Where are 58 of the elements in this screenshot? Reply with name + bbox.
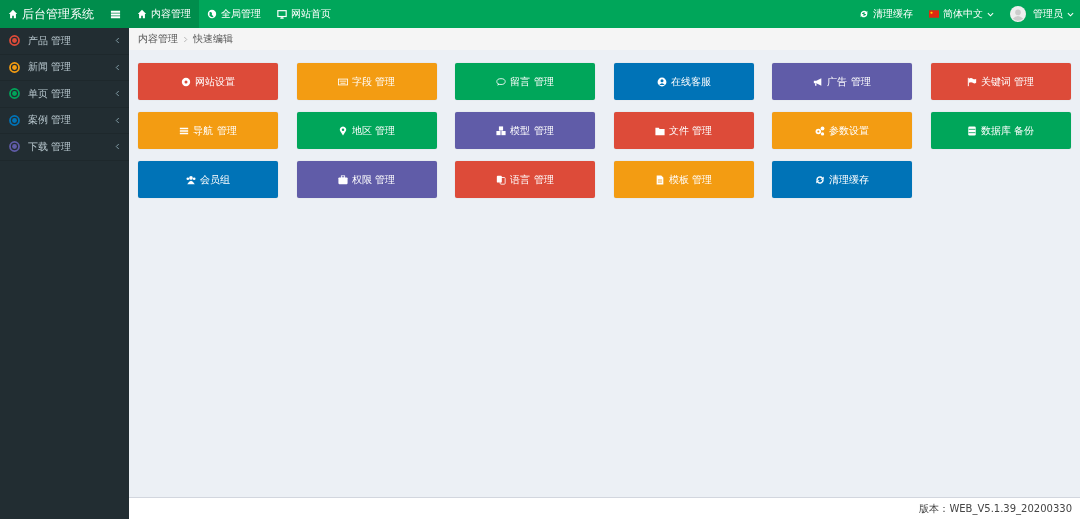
shortcut-tile[interactable]: 会员组 <box>138 161 278 198</box>
user-menu[interactable]: 管理员 <box>1010 6 1074 22</box>
chevron-icon <box>115 143 120 151</box>
flag-icon <box>929 10 939 18</box>
shortcut-tile[interactable]: 数据库 备份 <box>930 112 1071 149</box>
shortcut-tile[interactable]: 网站设置 <box>138 63 278 100</box>
shortcut-tile[interactable]: 清理缓存 <box>772 161 912 198</box>
chevron-icon <box>115 63 120 71</box>
refresh-icon <box>859 9 869 19</box>
bullhorn-icon <box>813 76 824 87</box>
shortcut-tile[interactable]: 模型 管理 <box>455 112 595 149</box>
caret-icon <box>1067 10 1074 18</box>
flag-icon <box>966 76 977 87</box>
briefcase-icon <box>337 174 348 185</box>
shortcut-tile[interactable]: 广告 管理 <box>772 63 912 100</box>
shortcut-tile[interactable]: 地区 管理 <box>296 112 437 149</box>
chevron-icon <box>115 90 120 98</box>
monitor-icon <box>277 9 287 19</box>
bars-icon <box>179 125 190 136</box>
breadcrumb-item: 快速编辑 <box>193 32 233 46</box>
shortcut-tile[interactable]: 留言 管理 <box>455 63 595 100</box>
chevron-icon <box>115 116 120 124</box>
shortcut-tile[interactable]: 在线客服 <box>613 63 754 100</box>
home-icon <box>8 9 18 19</box>
nav-tab[interactable]: 全局管理 <box>199 0 269 28</box>
file-icon <box>654 174 665 185</box>
shortcut-tile[interactable]: 语言 管理 <box>455 161 595 198</box>
refresh-icon <box>815 174 825 185</box>
chevron-icon <box>183 35 188 43</box>
app-title: 后台管理系统 <box>22 5 95 23</box>
language-dropdown[interactable]: 简体中文 <box>929 7 994 21</box>
nav-tab[interactable]: 内容管理 <box>129 0 199 28</box>
breadcrumb-item[interactable]: 内容管理 <box>138 32 178 46</box>
shortcut-tile[interactable]: 导航 管理 <box>138 112 278 149</box>
folder-icon <box>654 125 665 136</box>
database-icon <box>966 125 977 136</box>
shortcut-tile[interactable]: 权限 管理 <box>296 161 437 198</box>
users-icon <box>186 174 196 185</box>
pin-icon <box>337 125 348 136</box>
gear-icon <box>181 76 191 87</box>
home-icon <box>137 9 147 19</box>
shortcut-tile[interactable]: 参数设置 <box>772 112 912 149</box>
chat-icon <box>496 76 507 87</box>
shortcut-tile[interactable]: 字段 管理 <box>296 63 437 100</box>
cogs-icon <box>815 125 825 136</box>
shortcut-tile[interactable]: 文件 管理 <box>613 112 754 149</box>
cubes-icon <box>496 125 507 136</box>
version-text: 版本：WEB_V5.1.39_20200330 <box>919 501 1072 516</box>
avatar-icon <box>1010 6 1026 22</box>
shortcut-tile[interactable]: 关键词 管理 <box>930 63 1071 100</box>
keyboard-icon <box>337 76 348 87</box>
chevron-icon <box>115 37 120 45</box>
clear-cache-link[interactable]: 清理缓存 <box>859 7 913 21</box>
caret-icon <box>987 10 994 18</box>
menu-icon[interactable] <box>110 8 121 20</box>
user-icon <box>656 76 667 87</box>
shortcut-tile[interactable]: 模板 管理 <box>613 161 754 198</box>
nav-tab[interactable]: 网站首页 <box>269 0 339 28</box>
